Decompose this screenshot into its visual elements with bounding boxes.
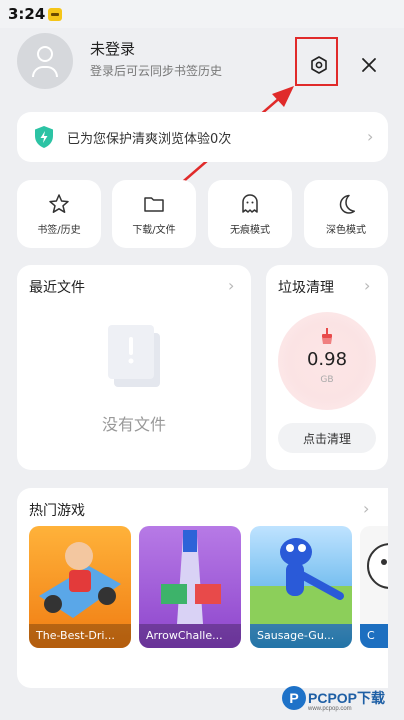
chevron-right-icon: › xyxy=(363,499,370,518)
junk-clean-card[interactable]: 垃圾清理 › 0.98 GB 点击清理 xyxy=(266,265,388,470)
game-tile[interactable]: The-Best-Dri... xyxy=(29,526,131,648)
game-title: ArrowChalle... xyxy=(139,624,241,648)
recent-files-title: 最近文件 xyxy=(29,280,85,296)
junk-size-unit: GB xyxy=(320,375,334,385)
app-notification-icon xyxy=(48,8,62,21)
quick-downloads-files[interactable]: 下载/文件 xyxy=(112,180,196,248)
shield-lightning-icon xyxy=(35,126,53,148)
login-hint: 登录后可云同步书签历史 xyxy=(90,64,223,78)
moon-icon xyxy=(339,194,356,214)
empty-files-text: 没有文件 xyxy=(101,415,166,434)
star-icon xyxy=(49,194,69,213)
close-icon xyxy=(362,58,376,72)
avatar[interactable] xyxy=(17,33,73,89)
close-button[interactable] xyxy=(352,48,386,82)
clean-button[interactable]: 点击清理 xyxy=(278,423,376,453)
chevron-right-icon: › xyxy=(367,127,374,146)
game-kart-art xyxy=(39,542,121,618)
empty-file-icon xyxy=(108,325,160,387)
status-bar: 3:24 xyxy=(0,0,404,28)
game-sausage-art xyxy=(250,538,352,624)
game-cartoon-art xyxy=(367,543,388,589)
watermark: P PCPOP下载 www.pcpop.com xyxy=(278,682,404,720)
recent-files-card[interactable]: 最近文件 › 没有文件 xyxy=(17,265,251,470)
quick-label: 深色模式 xyxy=(326,225,366,236)
game-tile[interactable]: C xyxy=(360,526,388,648)
quick-dark-mode[interactable]: 深色模式 xyxy=(304,180,388,248)
junk-size-value: 0.98 xyxy=(306,349,348,370)
watermark-sub: www.pcpop.com xyxy=(308,706,352,712)
junk-size-gauge: 0.98 GB xyxy=(278,312,376,410)
quick-label: 下载/文件 xyxy=(132,225,176,236)
quick-incognito-mode[interactable]: 无痕模式 xyxy=(208,180,292,248)
watermark-text: PCPOP下载 xyxy=(308,690,386,706)
game-title: C xyxy=(360,624,388,648)
game-title: Sausage-Gu... xyxy=(250,624,352,648)
game-title: The-Best-Dri... xyxy=(29,624,131,648)
ghost-icon xyxy=(242,194,258,213)
folder-icon xyxy=(144,197,164,212)
hot-games-card: 热门游戏 › The-Best-Dri... ArrowChalle... Sa… xyxy=(17,488,388,688)
broom-icon xyxy=(322,328,332,344)
status-time: 3:24 xyxy=(8,5,46,23)
game-tile[interactable]: Sausage-Gu... xyxy=(250,526,352,648)
quick-bookmarks-history[interactable]: 书签/历史 xyxy=(17,180,101,248)
protection-text: 已为您保护清爽浏览体验0次 xyxy=(67,132,232,147)
game-arrow-art xyxy=(161,530,221,624)
watermark-logo-icon: P xyxy=(282,686,306,710)
annotation-highlight-box xyxy=(295,37,338,86)
hot-games-title[interactable]: 热门游戏 xyxy=(29,500,85,520)
quick-label: 无痕模式 xyxy=(230,225,270,236)
junk-clean-title: 垃圾清理 xyxy=(278,280,334,296)
chevron-right-icon: › xyxy=(228,276,235,295)
game-tile[interactable]: ArrowChalle... xyxy=(139,526,241,648)
login-status[interactable]: 未登录 xyxy=(90,38,135,59)
chevron-right-icon: › xyxy=(364,276,371,295)
protection-banner[interactable]: 已为您保护清爽浏览体验0次 › xyxy=(17,112,388,162)
quick-label: 书签/历史 xyxy=(37,225,81,236)
